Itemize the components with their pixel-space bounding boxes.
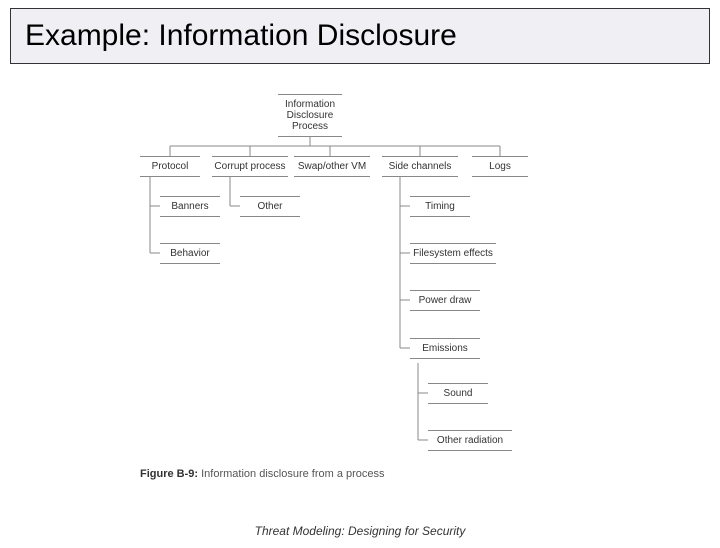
node-side-channels: Side channels (382, 156, 458, 177)
figure-caption-text: Information disclosure from a process (198, 468, 384, 480)
node-root: Information Disclosure Process (278, 94, 342, 137)
node-corrupt-process: Corrupt process (212, 156, 288, 177)
figure-caption-prefix: Figure B-9: (140, 468, 198, 480)
node-banners: Banners (160, 196, 220, 217)
node-sound: Sound (428, 383, 488, 404)
node-swap-other-vm: Swap/other VM (294, 156, 370, 177)
node-protocol: Protocol (140, 156, 200, 177)
slide-title: Example: Information Disclosure (10, 8, 710, 64)
threat-tree-diagram: Information Disclosure Process Protocol … (0, 88, 720, 488)
node-power-draw: Power draw (410, 290, 480, 311)
node-behavior: Behavior (160, 243, 220, 264)
figure-caption: Figure B-9: Information disclosure from … (140, 468, 385, 480)
connector-lines (0, 88, 720, 488)
slide-footer: Threat Modeling: Designing for Security (0, 524, 720, 538)
node-logs: Logs (472, 156, 528, 177)
node-emissions: Emissions (410, 338, 480, 359)
node-other-radiation: Other radiation (428, 430, 512, 451)
node-other: Other (240, 196, 300, 217)
node-filesystem-effects: Filesystem effects (410, 243, 496, 264)
node-timing: Timing (410, 196, 470, 217)
